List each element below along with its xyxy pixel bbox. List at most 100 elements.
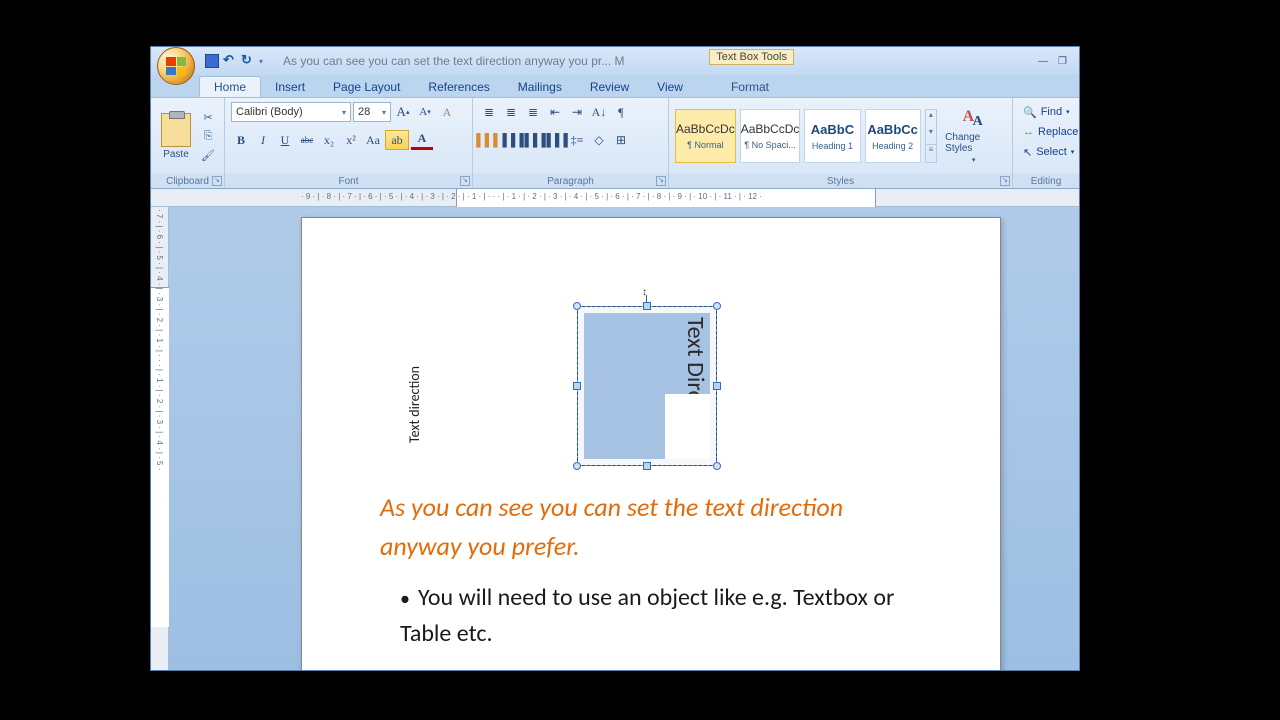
rotate-handle[interactable] — [644, 289, 650, 301]
align-center-button[interactable]: ▐▐▐ — [501, 130, 521, 150]
title-bar: ↶ ↻ ▾ As you can see you can set the tex… — [151, 47, 1079, 75]
paragraph-dialog-launcher[interactable]: ↘ — [656, 176, 666, 186]
font-color-button[interactable]: A — [411, 130, 433, 150]
document-title: As you can see you can set the text dire… — [283, 54, 625, 68]
resize-handle-br[interactable] — [713, 462, 721, 470]
justify-button[interactable]: ▐▐▐ — [545, 130, 565, 150]
resize-handle-r[interactable] — [713, 382, 721, 390]
clear-format-button[interactable]: A — [437, 102, 457, 122]
tab-format[interactable]: Format — [717, 77, 783, 97]
style--normal[interactable]: AaBbCcDc¶ Normal — [675, 109, 736, 163]
style-heading-2[interactable]: AaBbCcHeading 2 — [865, 109, 921, 163]
redo-icon[interactable]: ↻ — [241, 54, 255, 68]
borders-button[interactable]: ⊞ — [611, 130, 631, 150]
group-styles: AaBbCcDc¶ NormalAaBbCcDc¶ No Spaci...AaB… — [669, 98, 1013, 188]
strike-button[interactable]: abc — [297, 130, 317, 150]
highlight-button[interactable]: ab — [385, 130, 409, 150]
subscript-button[interactable]: x₂ — [319, 130, 339, 150]
office-button[interactable] — [157, 47, 195, 85]
tab-page-layout[interactable]: Page Layout — [319, 77, 414, 97]
text-box-object[interactable]: Text Direction — [577, 306, 717, 466]
group-clipboard: Paste ✂ ⎘ 🖌 Clipboard ↘ — [151, 98, 225, 188]
ruler-vertical[interactable]: · 7 · | · 6 · | · 5 · | · 4 · | · 3 · | … — [151, 207, 169, 670]
ruler-horizontal[interactable]: · 9 · | · 8 · | · 7 · | · 6 · | · 5 · | … — [151, 189, 1079, 207]
paste-button[interactable]: Paste — [157, 103, 195, 169]
resize-handle-l[interactable] — [573, 382, 581, 390]
bullets-button[interactable]: ≣ — [479, 102, 499, 122]
undo-icon[interactable]: ↶ — [223, 54, 237, 68]
select-icon: ↖ — [1023, 146, 1032, 159]
find-button[interactable]: 🔍Find ▾ — [1019, 102, 1073, 122]
format-painter-button[interactable]: 🖌 — [199, 146, 217, 164]
styles-scroll[interactable]: ▴▾≡ — [925, 109, 937, 163]
style--no-spaci-[interactable]: AaBbCcDc¶ No Spaci... — [740, 109, 801, 163]
resize-handle-bl[interactable] — [573, 462, 581, 470]
shading-button[interactable]: ◇ — [589, 130, 609, 150]
sort-button[interactable]: A↓ — [589, 102, 609, 122]
bullet-paragraph[interactable]: •You will need to use an object like e.g… — [400, 580, 920, 652]
group-label-font: Font — [225, 174, 472, 188]
minimize-button[interactable]: — — [1038, 56, 1048, 67]
font-name-combo[interactable]: Calibri (Body)▾ — [231, 102, 351, 122]
group-label-styles: Styles — [669, 174, 1012, 188]
align-left-button[interactable]: ▌▌▌ — [479, 130, 499, 150]
increase-indent-button[interactable]: ⇥ — [567, 102, 587, 122]
decrease-indent-button[interactable]: ⇤ — [545, 102, 565, 122]
resize-handle-tr[interactable] — [713, 302, 721, 310]
shrink-font-button[interactable]: A▾ — [415, 102, 435, 122]
textbox-content[interactable]: Text Direction — [680, 313, 710, 455]
grow-font-button[interactable]: A▴ — [393, 102, 413, 122]
bold-button[interactable]: B — [231, 130, 251, 150]
group-font: Calibri (Body)▾ 28▾ A▴ A▾ A B I U abc x₂… — [225, 98, 473, 188]
group-label-editing: Editing — [1013, 174, 1079, 188]
group-editing: 🔍Find ▾ ↔Replace ↖Select ▾ Editing — [1013, 98, 1079, 188]
replace-icon: ↔ — [1023, 126, 1034, 138]
resize-handle-t[interactable] — [643, 302, 651, 310]
tab-home[interactable]: Home — [199, 76, 261, 97]
superscript-button[interactable]: x² — [341, 130, 361, 150]
intro-paragraph[interactable]: As you can see you can set the text dire… — [380, 488, 920, 566]
save-icon[interactable] — [205, 54, 219, 68]
show-marks-button[interactable]: ¶ — [611, 102, 631, 122]
clipboard-icon — [161, 113, 191, 147]
multilevel-button[interactable]: ≣ — [523, 102, 543, 122]
group-label-paragraph: Paragraph — [473, 174, 668, 188]
italic-button[interactable]: I — [253, 130, 273, 150]
tab-mailings[interactable]: Mailings — [504, 77, 576, 97]
page[interactable]: Text direction Text Direction As you can… — [301, 217, 1001, 670]
font-dialog-launcher[interactable]: ↘ — [460, 176, 470, 186]
cut-button[interactable]: ✂ — [199, 108, 217, 126]
contextual-tab-title: Text Box Tools — [709, 49, 794, 65]
find-icon: 🔍 — [1023, 106, 1037, 119]
tab-insert[interactable]: Insert — [261, 77, 319, 97]
tab-view[interactable]: View — [643, 77, 697, 97]
font-size-combo[interactable]: 28▾ — [353, 102, 391, 122]
clipboard-dialog-launcher[interactable]: ↘ — [212, 176, 222, 186]
tab-references[interactable]: References — [414, 77, 503, 97]
paste-label: Paste — [163, 149, 189, 160]
styles-dialog-launcher[interactable]: ↘ — [1000, 176, 1010, 186]
qat-dropdown-icon[interactable]: ▾ — [259, 57, 263, 66]
window-controls: — ❐ — [1038, 56, 1075, 67]
align-right-button[interactable]: ▐▐▐ — [523, 130, 543, 150]
change-case-button[interactable]: Aa — [363, 130, 383, 150]
style-heading-1[interactable]: AaBbCHeading 1 — [804, 109, 860, 163]
change-styles-button[interactable]: AAChange Styles▾ — [941, 103, 1006, 169]
select-button[interactable]: ↖Select ▾ — [1019, 142, 1073, 162]
replace-button[interactable]: ↔Replace — [1019, 122, 1073, 142]
line-spacing-button[interactable]: ‡≡ — [567, 130, 587, 150]
resize-handle-tl[interactable] — [573, 302, 581, 310]
resize-handle-b[interactable] — [643, 462, 651, 470]
sideways-text[interactable]: Text direction — [406, 366, 423, 443]
numbering-button[interactable]: ≣ — [501, 102, 521, 122]
tab-review[interactable]: Review — [576, 77, 643, 97]
ribbon: Paste ✂ ⎘ 🖌 Clipboard ↘ Calibri (Body)▾ … — [151, 97, 1079, 189]
copy-button[interactable]: ⎘ — [199, 127, 217, 145]
group-paragraph: ≣ ≣ ≣ ⇤ ⇥ A↓ ¶ ▌▌▌ ▐▐▐ ▐▐▐ ▐▐▐ ‡≡ ◇ ⊞ — [473, 98, 669, 188]
word-window: ↶ ↻ ▾ As you can see you can set the tex… — [150, 46, 1080, 671]
quick-access-toolbar: ↶ ↻ ▾ — [205, 54, 263, 68]
ribbon-tabs: Home Insert Page Layout References Maili… — [151, 75, 1079, 97]
restore-button[interactable]: ❐ — [1058, 56, 1067, 67]
underline-button[interactable]: U — [275, 130, 295, 150]
document-area[interactable]: · 7 · | · 6 · | · 5 · | · 4 · | · 3 · | … — [151, 207, 1079, 670]
